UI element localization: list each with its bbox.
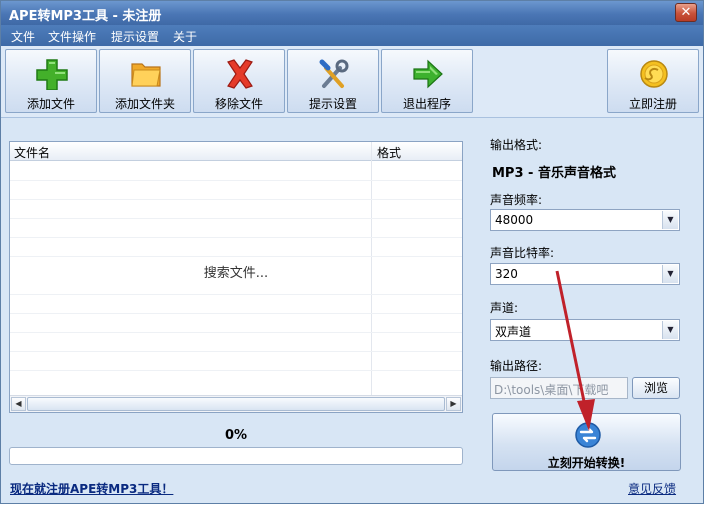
exit-arrow-icon — [413, 59, 443, 89]
remove-file-button[interactable]: 移除文件 — [193, 49, 285, 113]
search-status-text: 搜索文件... — [203, 266, 269, 281]
add-folder-button[interactable]: 添加文件夹 — [99, 49, 191, 113]
bitrate-value: 320 — [495, 267, 518, 281]
register-button[interactable]: 立即注册 — [607, 49, 699, 113]
row-divider — [10, 199, 462, 200]
sample-rate-select[interactable]: 48000 ▼ — [490, 209, 680, 231]
row-divider — [10, 218, 462, 219]
folder-icon — [131, 63, 161, 87]
column-header-filename[interactable]: 文件名 — [14, 144, 50, 161]
menu-prompt-settings[interactable]: 提示设置 — [111, 28, 159, 45]
app-window: APE转MP3工具 - 未注册 ✕ 文件 文件操作 提示设置 关于 添加文件 添… — [0, 0, 704, 504]
prompt-settings-label: 提示设置 — [308, 97, 357, 111]
remove-x-icon — [227, 59, 253, 89]
output-path-field[interactable]: D:\tools\桌面\下载吧 — [490, 377, 628, 399]
window-title: APE转MP3工具 - 未注册 — [9, 9, 162, 24]
menu-about[interactable]: 关于 — [173, 28, 197, 45]
bitrate-select[interactable]: 320 ▼ — [490, 263, 680, 285]
row-divider — [10, 294, 462, 295]
tools-icon — [319, 59, 349, 88]
plus-icon — [36, 59, 68, 90]
register-label: 立即注册 — [628, 97, 677, 111]
toolbar: 添加文件 添加文件夹 移除文件 提示设置 退出程序 立即注册 — [1, 46, 703, 118]
chevron-down-icon[interactable]: ▼ — [662, 321, 678, 339]
prompt-settings-button[interactable]: 提示设置 — [287, 49, 379, 113]
close-icon: ✕ — [680, 5, 692, 20]
progress-percent: 0% — [224, 428, 248, 443]
output-format-value: MP3 - 音乐声音格式 — [492, 166, 616, 181]
output-format-label: 输出格式: — [490, 138, 543, 152]
row-divider — [10, 256, 462, 257]
add-folder-label: 添加文件夹 — [114, 97, 175, 111]
scroll-left-icon[interactable]: ◀ — [11, 397, 26, 411]
scroll-thumb[interactable] — [27, 397, 445, 411]
bitrate-label: 声音比特率: — [490, 246, 555, 260]
menu-file-operations[interactable]: 文件操作 — [48, 28, 96, 45]
exit-button[interactable]: 退出程序 — [381, 49, 473, 113]
sample-rate-label: 声音频率: — [490, 193, 543, 207]
channel-label: 声道: — [490, 301, 519, 315]
progress-bar — [9, 447, 463, 465]
column-header-format[interactable]: 格式 — [377, 144, 401, 161]
channel-value: 双声道 — [495, 325, 532, 339]
scroll-right-icon[interactable]: ▶ — [446, 397, 461, 411]
row-divider — [10, 180, 462, 181]
start-convert-label: 立刻开始转换! — [547, 456, 626, 470]
add-file-button[interactable]: 添加文件 — [5, 49, 97, 113]
feedback-link[interactable]: 意见反馈 — [628, 480, 676, 497]
add-file-label: 添加文件 — [26, 97, 75, 111]
row-divider — [10, 313, 462, 314]
chevron-down-icon[interactable]: ▼ — [662, 211, 678, 229]
browse-button[interactable]: 浏览 — [632, 377, 680, 399]
horizontal-scrollbar[interactable]: ◀ ▶ — [10, 395, 462, 412]
convert-icon — [575, 422, 601, 448]
exit-label: 退出程序 — [402, 97, 451, 111]
output-path-label: 输出路径: — [490, 359, 543, 373]
channel-select[interactable]: 双声道 ▼ — [490, 319, 680, 341]
start-convert-button[interactable]: 立刻开始转换! — [492, 413, 681, 471]
menu-file[interactable]: 文件 — [11, 28, 35, 45]
row-divider — [10, 370, 462, 371]
sample-rate-value: 48000 — [495, 213, 534, 227]
register-now-link[interactable]: 现在就注册APE转MP3工具！ — [10, 480, 173, 497]
title-bar: APE转MP3工具 - 未注册 ✕ — [1, 1, 703, 25]
chevron-down-icon[interactable]: ▼ — [662, 265, 678, 283]
row-divider — [10, 332, 462, 333]
close-button[interactable]: ✕ — [675, 3, 697, 22]
file-list[interactable]: 文件名 格式 搜索文件... ◀ ▶ — [9, 141, 463, 413]
menu-bar: 文件 文件操作 提示设置 关于 — [1, 25, 703, 46]
remove-file-label: 移除文件 — [214, 97, 263, 111]
coin-icon — [640, 60, 668, 88]
file-list-header: 文件名 格式 — [10, 142, 462, 161]
row-divider — [10, 237, 462, 238]
row-divider — [10, 351, 462, 352]
